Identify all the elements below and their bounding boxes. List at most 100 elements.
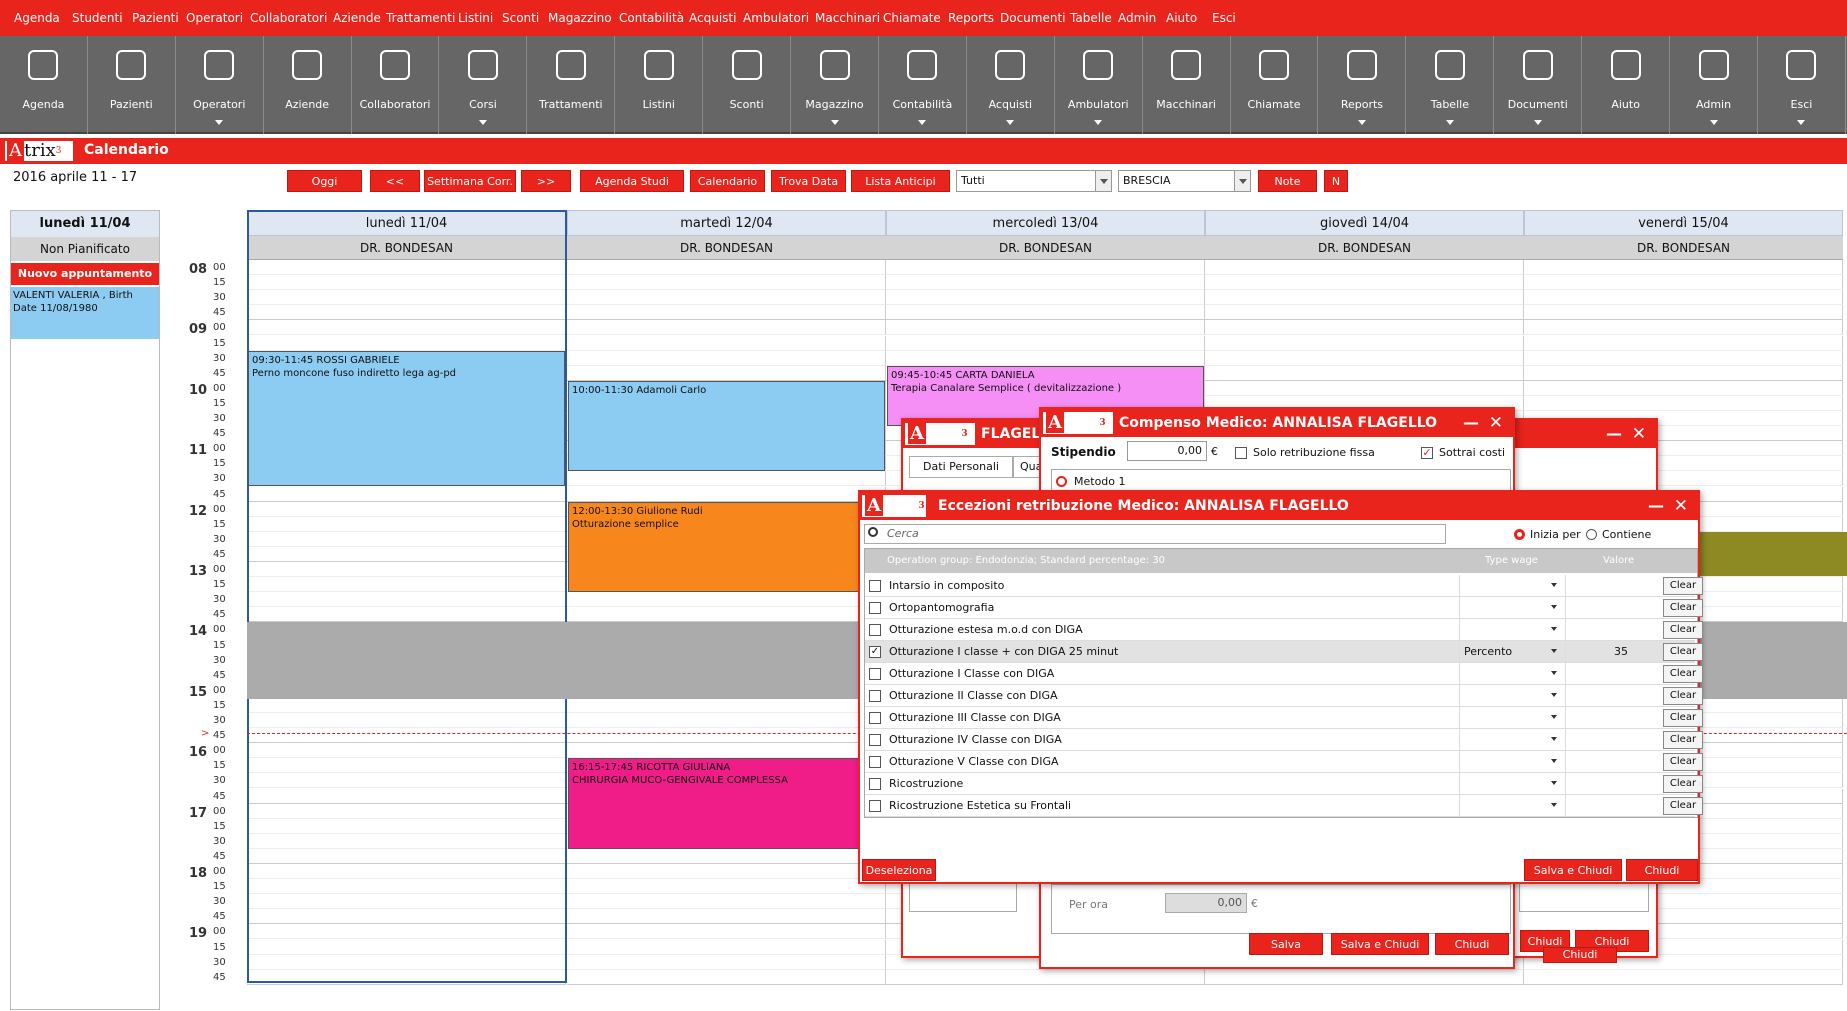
- time-slot[interactable]: [1524, 969, 1843, 985]
- time-slot[interactable]: [247, 697, 566, 713]
- time-slot[interactable]: [567, 335, 886, 351]
- time-slot[interactable]: [567, 864, 886, 880]
- time-slot[interactable]: [247, 924, 566, 940]
- time-slot[interactable]: [247, 788, 566, 804]
- toolbar-corsi-button[interactable]: Corsi: [440, 36, 528, 134]
- exception-row[interactable]: Otturazione IV Classe con DIGA Clear: [865, 729, 1703, 751]
- toolbar-pazienti-button[interactable]: Pazienti: [88, 36, 176, 134]
- n-button[interactable]: N: [1324, 170, 1348, 192]
- exception-row[interactable]: Ortopantomografia Clear: [865, 597, 1703, 619]
- menu-esci[interactable]: Esci: [1212, 11, 1236, 25]
- clear-button[interactable]: Clear: [1663, 643, 1703, 661]
- time-slot[interactable]: [247, 562, 566, 578]
- time-slot[interactable]: [247, 516, 566, 532]
- time-slot[interactable]: [1205, 335, 1524, 351]
- time-slot[interactable]: [247, 848, 566, 864]
- row-checkbox[interactable]: [869, 712, 881, 724]
- menu-reports[interactable]: Reports: [948, 11, 994, 25]
- time-slot[interactable]: [567, 954, 886, 970]
- menu-magazzino[interactable]: Magazzino: [548, 11, 612, 25]
- exception-row[interactable]: Otturazione II Classe con DIGA Clear: [865, 685, 1703, 707]
- exception-row[interactable]: ✓ Otturazione I classe + con DIGA 25 minu…: [865, 641, 1703, 663]
- contiene-radio[interactable]: [1586, 529, 1597, 540]
- tab-dati-personali[interactable]: Dati Personali: [909, 456, 1013, 478]
- appointment-block[interactable]: [1697, 532, 1847, 576]
- value-input[interactable]: [1565, 795, 1661, 817]
- filter-select[interactable]: Tutti: [956, 170, 1112, 192]
- menu-contabilit[interactable]: Contabilità: [619, 11, 684, 25]
- time-slot[interactable]: [567, 486, 886, 502]
- time-slot[interactable]: [247, 607, 566, 623]
- chiudi-button[interactable]: Chiudi: [1435, 933, 1509, 955]
- day-header[interactable]: mercoledì 13/04: [886, 210, 1205, 236]
- location-select[interactable]: BRESCIA: [1118, 170, 1251, 192]
- time-slot[interactable]: [1205, 380, 1524, 396]
- menu-aziende[interactable]: Aziende: [333, 11, 381, 25]
- lista-anticipi-button[interactable]: Lista Anticipi: [851, 170, 950, 192]
- time-slot[interactable]: [1524, 275, 1843, 291]
- menu-tabelle[interactable]: Tabelle: [1070, 11, 1112, 25]
- search-input[interactable]: Cerca: [864, 524, 1446, 544]
- calendario-button[interactable]: Calendario: [690, 170, 765, 192]
- toolbar-collaboratori-button[interactable]: Collaboratori: [352, 36, 440, 134]
- appointment[interactable]: 09:30-11:45 ROSSI GABRIELE Perno moncone …: [248, 350, 565, 487]
- row-checkbox[interactable]: [869, 624, 881, 636]
- toolbar-acquisti-button[interactable]: Acquisti: [967, 36, 1055, 134]
- time-slot[interactable]: [247, 728, 566, 744]
- time-slot[interactable]: [567, 275, 886, 291]
- time-slot[interactable]: [886, 290, 1205, 306]
- unscheduled-patient[interactable]: VALENTI VALERIA , Birth Date 11/08/1980: [11, 287, 159, 339]
- menu-studenti[interactable]: Studenti: [72, 11, 123, 25]
- inizia-radio[interactable]: [1514, 529, 1525, 540]
- time-slot[interactable]: [567, 260, 886, 276]
- minimize-icon[interactable]: —: [1463, 409, 1479, 437]
- toolbar-admin-button[interactable]: Admin: [1670, 36, 1758, 134]
- row-checkbox[interactable]: [869, 734, 881, 746]
- time-slot[interactable]: [1524, 290, 1843, 306]
- type-wage-select[interactable]: [1459, 597, 1559, 619]
- time-slot[interactable]: [247, 803, 566, 819]
- time-slot[interactable]: [886, 275, 1205, 291]
- next-week-button[interactable]: >>: [521, 170, 571, 192]
- time-slot[interactable]: [1205, 305, 1524, 321]
- value-input[interactable]: [1565, 773, 1661, 795]
- exception-row[interactable]: Otturazione estesa m.o.d con DIGA Clear: [865, 619, 1703, 641]
- time-slot[interactable]: [1524, 395, 1843, 411]
- time-slot[interactable]: [247, 546, 566, 562]
- salva-chiudi-button[interactable]: Salva e Chiudi: [1331, 933, 1429, 955]
- type-wage-select[interactable]: [1459, 795, 1559, 817]
- toolbar-listini-button[interactable]: Listini: [615, 36, 704, 134]
- time-slot[interactable]: [886, 969, 1205, 985]
- toolbar-contabilit-button[interactable]: Contabilità: [879, 36, 967, 134]
- close-icon[interactable]: ✕: [1632, 420, 1646, 448]
- toolbar-reports-button[interactable]: Reports: [1319, 36, 1407, 134]
- time-slot[interactable]: [567, 924, 886, 940]
- clear-button[interactable]: Clear: [1663, 599, 1703, 617]
- row-checkbox[interactable]: ✓: [869, 646, 881, 658]
- time-slot[interactable]: [567, 909, 886, 925]
- time-slot[interactable]: [567, 697, 886, 713]
- clear-button[interactable]: Clear: [1663, 753, 1703, 771]
- time-slot[interactable]: [1524, 335, 1843, 351]
- menu-admin[interactable]: Admin: [1118, 11, 1156, 25]
- menu-agenda[interactable]: Agenda: [14, 11, 60, 25]
- time-slot[interactable]: [247, 275, 566, 291]
- type-wage-select[interactable]: [1459, 729, 1559, 751]
- trova-data-button[interactable]: Trova Data: [771, 170, 846, 192]
- chiudi-button[interactable]: Chiudi: [1626, 859, 1698, 881]
- day-header[interactable]: giovedì 14/04: [1205, 210, 1524, 236]
- day-header[interactable]: venerdì 15/04: [1524, 210, 1843, 236]
- metodo-radio[interactable]: [1056, 476, 1067, 487]
- menu-pazienti[interactable]: Pazienti: [132, 11, 179, 25]
- per-ora-input[interactable]: 0,00: [1165, 893, 1247, 913]
- today-button[interactable]: Oggi: [287, 170, 362, 192]
- time-slot[interactable]: [567, 365, 886, 381]
- time-slot[interactable]: [247, 833, 566, 849]
- exception-row[interactable]: Otturazione III Classe con DIGA Clear: [865, 707, 1703, 729]
- clear-button[interactable]: Clear: [1663, 797, 1703, 815]
- type-wage-select[interactable]: [1459, 751, 1559, 773]
- toolbar-trattamenti-button[interactable]: Trattamenti: [527, 36, 616, 134]
- menu-operatori[interactable]: Operatori: [186, 11, 243, 25]
- time-slot[interactable]: [1205, 350, 1524, 366]
- time-slot[interactable]: [1524, 305, 1843, 321]
